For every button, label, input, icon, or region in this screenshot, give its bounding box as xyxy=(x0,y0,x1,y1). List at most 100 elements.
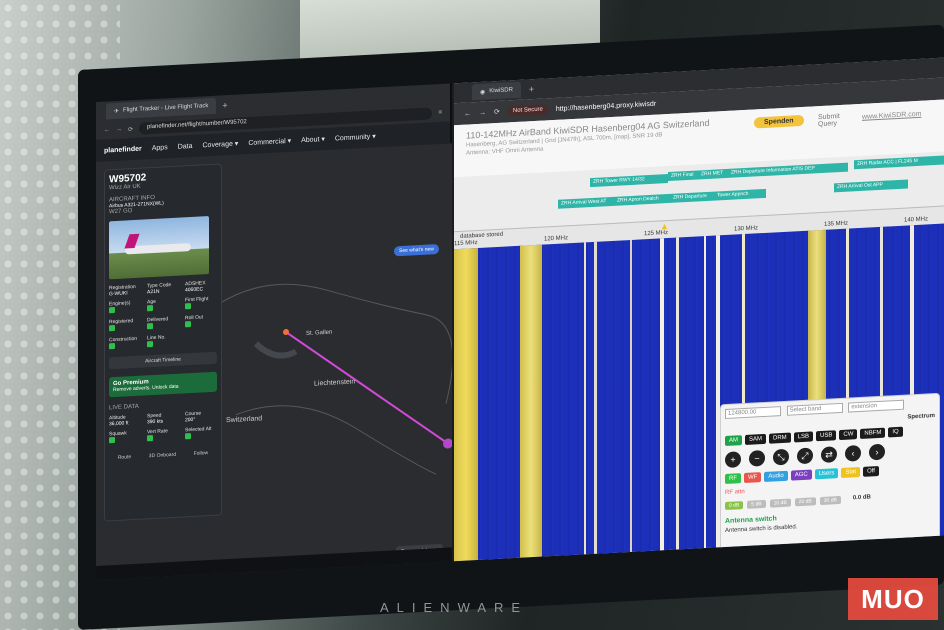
monitor-brand: ALIENWARE xyxy=(380,600,529,615)
zoom-out-icon[interactable]: − xyxy=(749,449,765,467)
query-label: Query xyxy=(818,120,838,129)
mode-usb-button[interactable]: USB xyxy=(816,430,837,442)
field-type-code: Type Code A21N xyxy=(147,282,172,296)
locked-icon xyxy=(109,437,115,444)
locked-icon xyxy=(147,323,153,330)
waterfall-signal xyxy=(660,238,664,551)
select-band-dropdown[interactable]: Select band xyxy=(786,402,843,416)
zoom-in-icon[interactable]: + xyxy=(725,451,741,469)
nav-commercial[interactable]: Commercial ▾ xyxy=(248,137,291,147)
not-secure-badge[interactable]: Not Secure xyxy=(507,104,548,117)
mode-sam-button[interactable]: SAM xyxy=(745,433,767,445)
aircraft-photo xyxy=(109,216,209,280)
reload-icon[interactable]: ⟳ xyxy=(128,126,133,133)
panel-bottom-tabs: Route 3D Onboard Follow xyxy=(109,450,217,462)
band-label[interactable]: ZRH Apron Dealch xyxy=(614,193,670,206)
mode-iq-button[interactable]: IQ xyxy=(888,426,903,438)
field-registered: Registered xyxy=(109,318,141,334)
waterfall-signal xyxy=(704,236,706,549)
field-engines: Engine(s) xyxy=(109,300,141,316)
swap-icon[interactable]: ⇄ xyxy=(821,446,837,464)
tick-label: 115 MHz xyxy=(454,240,478,248)
go-premium-banner[interactable]: Go Premium Remove adverts. Unlock data xyxy=(109,371,217,398)
expand-icon[interactable]: ⤢ xyxy=(797,447,813,465)
muo-watermark-logo: MUO xyxy=(848,578,938,620)
tab-off[interactable]: Off xyxy=(863,465,879,477)
mode-drm-button[interactable]: DRM xyxy=(769,432,791,444)
attn-10db-button[interactable]: 10 dB xyxy=(769,498,791,508)
waterfall-signal xyxy=(594,241,597,554)
tab-stat[interactable]: Stat xyxy=(841,466,861,478)
field-adshex: ADSHEX 4060EC xyxy=(185,280,206,294)
live-squawk: Squawk xyxy=(109,430,141,446)
chevron-left-icon[interactable]: ‹ xyxy=(845,444,861,462)
tab-3d-onboard[interactable]: 3D Onboard xyxy=(149,452,176,459)
waterfall-signal xyxy=(676,237,679,550)
locked-icon xyxy=(109,325,115,332)
tab-audio[interactable]: Audio xyxy=(764,470,788,482)
band-label[interactable]: ZRH Arrival West AT xyxy=(558,196,614,209)
mode-cw-button[interactable]: CW xyxy=(839,429,858,441)
locked-icon xyxy=(185,303,191,310)
field-first-flight: First Flight xyxy=(185,296,217,312)
tuning-marker-icon[interactable]: ▲ xyxy=(660,221,669,231)
live-course: Course 200° xyxy=(185,410,202,424)
live-selected-alt: Selected Alt xyxy=(185,426,217,442)
mode-am-button[interactable]: AM xyxy=(725,435,742,447)
tab-rf[interactable]: RF xyxy=(725,473,741,485)
submit-query-link[interactable]: Submit Query xyxy=(818,113,840,128)
new-tab-icon[interactable]: + xyxy=(222,100,227,110)
attn-20db-button[interactable]: 20 dB xyxy=(794,497,816,507)
band-label[interactable]: ZRH Departure Information ATIS DEP xyxy=(728,162,848,178)
aircraft-timeline-button[interactable]: Aircraft Timeline xyxy=(109,351,217,370)
field-construction: Construction xyxy=(109,336,141,352)
tab-follow[interactable]: Follow xyxy=(194,450,208,457)
border-line xyxy=(215,283,452,404)
border-line xyxy=(235,405,437,475)
band-label[interactable]: Tower Appnch xyxy=(714,188,766,201)
waterfall-signal xyxy=(454,247,478,562)
attn-5db-button[interactable]: 5 dB xyxy=(747,499,766,509)
frequency-input[interactable]: 124800.00 xyxy=(725,406,781,420)
locked-icon xyxy=(185,433,191,440)
monitor-screen: ✈ Flight Tracker - Live Flight Track + ←… xyxy=(96,57,944,580)
band-label[interactable]: ZRH Tower RWY 14/32 xyxy=(590,174,668,188)
nav-coverage[interactable]: Coverage ▾ xyxy=(203,140,239,150)
tab-users[interactable]: Users xyxy=(814,468,839,480)
menu-icon[interactable]: ≡ xyxy=(438,110,442,116)
band-label[interactable]: ZRH Departure xyxy=(670,191,714,203)
reload-icon[interactable]: ⟳ xyxy=(494,108,500,116)
extension-dropdown[interactable]: extension xyxy=(848,399,905,413)
flight-info-panel: W95702 Wizz Air UK AIRCRAFT INFO Airbus … xyxy=(104,163,222,522)
nav-data[interactable]: Data xyxy=(178,142,193,150)
band-label[interactable]: ZRH MET xyxy=(698,168,728,180)
locked-icon xyxy=(147,435,153,442)
nav-community[interactable]: Community ▾ xyxy=(335,132,376,142)
new-tab-icon[interactable]: + xyxy=(529,84,534,94)
tick-label: 120 MHz xyxy=(544,235,569,243)
tab-route[interactable]: Route xyxy=(118,454,131,461)
nav-about[interactable]: About ▾ xyxy=(301,135,325,144)
band-label[interactable]: ZRH Arrival Ost APP xyxy=(834,179,908,193)
attn-30db-button[interactable]: 30 dB xyxy=(819,495,841,506)
nav-apps[interactable]: Apps xyxy=(152,144,168,152)
url-field[interactable]: http://hasenberg04.proxy.kiwisdr xyxy=(556,100,656,112)
collapse-icon[interactable]: ⤡ xyxy=(773,448,789,466)
attn-0db-button[interactable]: 0 dB xyxy=(725,501,744,511)
forward-icon[interactable]: → xyxy=(116,127,122,133)
tab-title: KiwiSDR xyxy=(489,87,513,95)
band-label[interactable]: ZRH Final xyxy=(668,170,698,182)
band-label[interactable]: ZRH Radar ACC | FL245 M xyxy=(854,155,944,170)
forward-icon[interactable]: → xyxy=(479,109,486,116)
chevron-right-icon[interactable]: › xyxy=(869,443,885,461)
tab-wf[interactable]: WF xyxy=(744,472,762,484)
plane-icon: ✈ xyxy=(114,108,120,115)
tab-agc[interactable]: AGC xyxy=(790,469,812,481)
planefinder-logo[interactable]: planefinder xyxy=(104,145,142,154)
back-icon[interactable]: ← xyxy=(104,127,110,133)
mode-nbfm-button[interactable]: NBFM xyxy=(860,427,886,439)
rf-attn-label: RF attn xyxy=(725,489,745,497)
kiwisdr-tab[interactable]: ◉ KiwiSDR xyxy=(472,81,521,101)
back-icon[interactable]: ← xyxy=(464,110,471,117)
mode-lsb-button[interactable]: LSB xyxy=(793,431,814,443)
